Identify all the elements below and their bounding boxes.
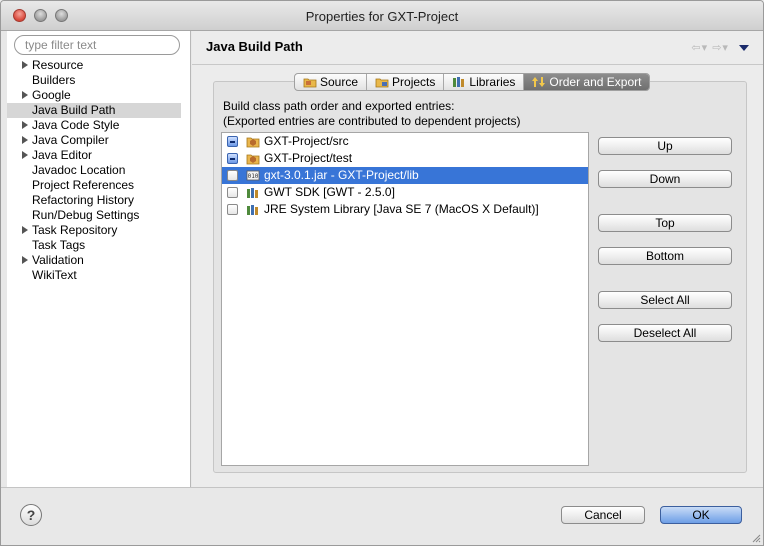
description: Build class path order and exported entr…: [223, 99, 521, 129]
source-folder-icon: [303, 78, 317, 88]
sidebar-item-label: Validation: [32, 253, 84, 267]
sidebar-item-label: Google: [32, 88, 71, 102]
entry-label: GWT SDK [GWT - 2.5.0]: [264, 185, 395, 199]
sidebar-item-label: Task Tags: [32, 238, 86, 252]
sidebar-item-wikitext[interactable]: WikiText: [7, 268, 191, 283]
help-icon[interactable]: ?: [20, 504, 42, 526]
svg-text:010: 010: [248, 173, 259, 180]
up-button[interactable]: Up: [598, 137, 732, 155]
expand-arrow-icon[interactable]: [22, 256, 28, 264]
preference-sidebar: Resource Builders Google Java Build Path…: [7, 31, 191, 487]
sidebar-item-resource[interactable]: Resource: [7, 58, 191, 73]
sidebar-item-task-repository[interactable]: Task Repository: [7, 223, 191, 238]
deselect-all-button[interactable]: Deselect All: [598, 324, 732, 342]
page-content: Java Build Path ⇦▾ ⇨▾ Source Projects Li…: [192, 31, 763, 487]
tab-label: Order and Export: [549, 75, 642, 89]
sidebar-item-label: Java Editor: [32, 148, 93, 162]
sidebar-item-java-compiler[interactable]: Java Compiler: [7, 133, 191, 148]
tab-bar: Source Projects Libraries Order and Expo…: [294, 73, 651, 91]
order-export-icon: [532, 77, 546, 87]
down-button[interactable]: Down: [598, 170, 732, 188]
sidebar-item-label: Task Repository: [32, 223, 118, 237]
entry-label: GXT-Project/test: [264, 151, 353, 165]
package-folder-icon: [246, 154, 260, 165]
entry-label: JRE System Library [Java SE 7 (MacOS X D…: [264, 202, 539, 216]
list-item[interactable]: GXT-Project/src: [222, 133, 588, 150]
entry-label: gxt-3.0.1.jar - GXT-Project/lib: [264, 168, 419, 182]
sidebar-item-label: WikiText: [32, 268, 77, 282]
export-checkbox[interactable]: [227, 136, 238, 147]
sidebar-item-label: Project References: [32, 178, 135, 192]
sidebar-item-java-code-style[interactable]: Java Code Style: [7, 118, 191, 133]
properties-dialog: Properties for GXT-Project Resource Buil…: [0, 0, 764, 546]
footer-divider: [1, 487, 763, 488]
ok-button[interactable]: OK: [660, 506, 742, 524]
top-button[interactable]: Top: [598, 214, 732, 232]
view-menu-icon[interactable]: [739, 45, 749, 52]
export-checkbox[interactable]: [227, 170, 238, 181]
expand-arrow-icon[interactable]: [22, 121, 28, 129]
cancel-button[interactable]: Cancel: [561, 506, 645, 524]
preference-tree: Resource Builders Google Java Build Path…: [7, 58, 191, 283]
title-bar: Properties for GXT-Project: [1, 1, 763, 31]
list-item[interactable]: JRE System Library [Java SE 7 (MacOS X D…: [222, 201, 588, 218]
tab-projects[interactable]: Projects: [367, 74, 445, 90]
description-line: (Exported entries are contributed to dep…: [223, 114, 521, 128]
filter-input[interactable]: [14, 35, 180, 55]
page-title: Java Build Path: [206, 39, 303, 54]
library-icon: [247, 188, 258, 198]
page-navigation: ⇦▾ ⇨▾: [691, 41, 749, 54]
classpath-entries-list[interactable]: GXT-Project/src GXT-Project/test 010 gxt…: [221, 132, 589, 466]
expand-arrow-icon[interactable]: [22, 61, 28, 69]
projects-icon: [375, 78, 389, 88]
package-folder-icon: [246, 137, 260, 148]
window-title: Properties for GXT-Project: [305, 9, 459, 24]
sidebar-item-java-editor[interactable]: Java Editor: [7, 148, 191, 163]
list-item[interactable]: GWT SDK [GWT - 2.5.0]: [222, 184, 588, 201]
select-all-button[interactable]: Select All: [598, 291, 732, 309]
sidebar-item-validation[interactable]: Validation: [7, 253, 191, 268]
description-line: Build class path order and exported entr…: [223, 99, 455, 113]
list-item[interactable]: 010 gxt-3.0.1.jar - GXT-Project/lib: [222, 167, 588, 184]
sidebar-item-label: Builders: [32, 73, 76, 87]
export-checkbox[interactable]: [227, 153, 238, 164]
sidebar-item-label: Java Build Path: [32, 103, 116, 117]
tab-libraries[interactable]: Libraries: [444, 74, 525, 90]
expand-arrow-icon[interactable]: [22, 91, 28, 99]
library-icon: [247, 205, 258, 215]
sidebar-item-label: Javadoc Location: [32, 163, 126, 177]
sidebar-item-javadoc-location[interactable]: Javadoc Location: [7, 163, 191, 178]
expand-arrow-icon[interactable]: [22, 151, 28, 159]
entry-label: GXT-Project/src: [264, 134, 349, 148]
expand-arrow-icon[interactable]: [22, 136, 28, 144]
sidebar-item-run-debug-settings[interactable]: Run/Debug Settings: [7, 208, 191, 223]
sidebar-item-label: Refactoring History: [32, 193, 135, 207]
tab-label: Projects: [392, 75, 436, 89]
expand-arrow-icon[interactable]: [22, 226, 28, 234]
tab-order-and-export[interactable]: Order and Export: [524, 74, 650, 90]
sidebar-item-google[interactable]: Google: [7, 88, 191, 103]
sidebar-item-label: Resource: [32, 58, 84, 72]
sidebar-item-label: Java Code Style: [32, 118, 120, 132]
list-item[interactable]: GXT-Project/test: [222, 150, 588, 167]
export-checkbox[interactable]: [227, 204, 238, 215]
bottom-button[interactable]: Bottom: [598, 247, 732, 265]
resize-grip-icon[interactable]: [751, 533, 761, 543]
sidebar-item-project-references[interactable]: Project References: [7, 178, 191, 193]
export-checkbox[interactable]: [227, 187, 238, 198]
sidebar-item-task-tags[interactable]: Task Tags: [7, 238, 191, 253]
libraries-icon: [453, 77, 465, 87]
tab-label: Libraries: [469, 75, 516, 89]
sidebar-item-java-build-path[interactable]: Java Build Path: [7, 103, 181, 118]
back-arrow-icon[interactable]: ⇦▾: [691, 42, 708, 54]
forward-arrow-icon[interactable]: ⇨▾: [712, 42, 729, 54]
jar-icon: 010: [246, 170, 260, 181]
tab-label: Source: [320, 75, 359, 89]
sidebar-item-builders[interactable]: Builders: [7, 73, 191, 88]
sidebar-item-label: Run/Debug Settings: [32, 208, 140, 222]
sidebar-item-label: Java Compiler: [32, 133, 109, 147]
tab-source[interactable]: Source: [295, 74, 368, 90]
sidebar-item-refactoring-history[interactable]: Refactoring History: [7, 193, 191, 208]
title-divider: [192, 64, 763, 65]
